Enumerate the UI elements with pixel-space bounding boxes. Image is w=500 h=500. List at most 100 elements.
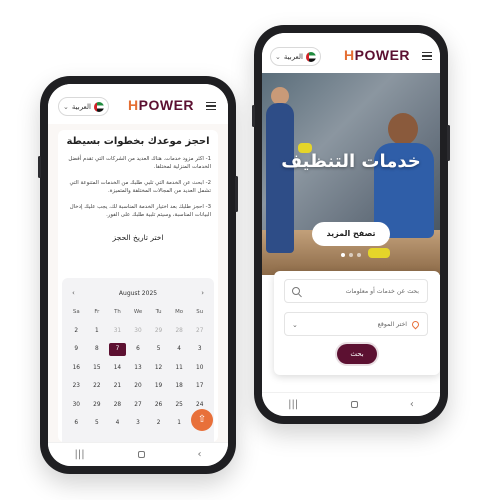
search-button[interactable]: بحث (337, 344, 377, 364)
calendar-day[interactable]: 15 (87, 359, 108, 378)
calendar-header: ‹ August 2025 › (62, 278, 214, 303)
calendar-day[interactable]: 10 (189, 359, 210, 378)
next-month-button[interactable]: › (201, 289, 204, 297)
search-icon (292, 287, 300, 295)
calendar-day[interactable]: 5 (148, 340, 169, 359)
language-label: العربية (71, 102, 92, 111)
calendar-day[interactable]: 26 (148, 396, 169, 415)
location-placeholder: اختر الموقع (377, 321, 407, 328)
calendar-day[interactable]: 17 (189, 377, 210, 396)
calendar-day[interactable]: 5 (87, 414, 108, 433)
calendar-day[interactable]: 8 (87, 340, 108, 359)
calendar-day[interactable]: 4 (107, 414, 128, 433)
calendar-day[interactable]: 14 (107, 359, 128, 378)
right-phone: ⌄ العربية HPOWER خدمات التنظيف تصفح المز… (252, 25, 450, 424)
scroll-top-button[interactable]: ⇧ (191, 409, 213, 431)
step-2: 2- ابحث عن الخدمة التي تلبي طلبك من الخد… (69, 180, 211, 194)
location-pin-icon (410, 319, 421, 330)
calendar-day[interactable]: 27 (128, 396, 149, 415)
location-select[interactable]: ⌄ اختر الموقع (284, 312, 428, 336)
step-3: 3- احجز طلبك بعد اختيار الخدمة المناسبة … (69, 204, 211, 218)
prev-month-button[interactable]: ‹ (72, 289, 75, 297)
language-selector[interactable]: ⌄ العربية (58, 97, 110, 116)
calendar-day[interactable]: 6 (128, 340, 149, 359)
logo[interactable]: HPOWER (344, 47, 410, 63)
calendar-day[interactable]: 6 (66, 414, 87, 433)
logo[interactable]: HPOWER (128, 97, 194, 113)
left-phone: ⌄ العربية HPOWER احجز موعدك بخطوات بسيطة… (38, 76, 238, 474)
weekday-label: Mo (175, 309, 184, 315)
calendar-day[interactable]: 2 (148, 414, 169, 433)
weekday-label: Th (114, 309, 121, 315)
hero-banner: خدمات التنظيف تصفح المزيد (262, 73, 440, 275)
booking-section: احجز موعدك بخطوات بسيطة 1- اكثر مزود خدم… (48, 124, 228, 442)
calendar-day[interactable]: 22 (87, 377, 108, 396)
weekday-label: Su (196, 309, 204, 315)
date-title: اختر تاريخ الحجز (112, 233, 164, 242)
hero-title: خدمات التنظيف (281, 151, 421, 172)
search-panel: بحث عن خدمات أو معلومات ⌄ اختر الموقع بح… (274, 271, 440, 375)
calendar-day[interactable]: 28 (107, 396, 128, 415)
calendar-grid: Sa Fr Th We Tu Mo Su 2 1 31 30 29 28 27 9 8 7 6 5 4 3 16 15 14 1… (62, 303, 214, 433)
calendar-day[interactable]: 7 (109, 343, 126, 356)
calendar-day[interactable]: 13 (128, 359, 149, 378)
carousel-dot[interactable] (341, 253, 345, 257)
hero-image-glove (368, 248, 390, 258)
calendar-day[interactable]: 20 (128, 377, 149, 396)
home-button[interactable] (350, 401, 358, 408)
calendar-day[interactable]: 19 (148, 377, 169, 396)
carousel-dot[interactable] (357, 253, 361, 257)
language-selector[interactable]: ⌄ العربية (270, 47, 322, 66)
chevron-down-icon: ⌄ (292, 321, 298, 329)
chevron-down-icon: ⌄ (63, 102, 69, 111)
menu-icon[interactable] (422, 52, 432, 61)
calendar-day[interactable]: 30 (128, 322, 149, 341)
menu-icon[interactable] (206, 102, 216, 111)
system-nav-bar: ||| ‹ (262, 392, 440, 416)
calendar-day[interactable]: 30 (66, 396, 87, 415)
left-screen: ⌄ العربية HPOWER احجز موعدك بخطوات بسيطة… (48, 84, 228, 466)
calendar-day[interactable]: 21 (107, 377, 128, 396)
calendar-day[interactable]: 1 (169, 414, 190, 433)
weekday-label: Sa (72, 309, 80, 315)
recent-apps-button[interactable]: ||| (288, 399, 298, 410)
calendar-day[interactable]: 12 (148, 359, 169, 378)
uae-flag-icon (94, 101, 105, 112)
calendar-day[interactable]: 4 (169, 340, 190, 359)
calendar-day[interactable]: 2 (66, 322, 87, 341)
uae-flag-icon (306, 51, 317, 62)
back-button[interactable]: ‹ (410, 399, 414, 410)
month-label: August 2025 (118, 289, 158, 297)
search-placeholder: بحث عن خدمات أو معلومات (345, 288, 419, 295)
browse-more-button[interactable]: تصفح المزيد (312, 222, 390, 246)
calendar-day[interactable]: 9 (66, 340, 87, 359)
header: ⌄ العربية HPOWER (262, 33, 440, 73)
right-screen: ⌄ العربية HPOWER خدمات التنظيف تصفح المز… (262, 33, 440, 416)
calendar-day[interactable]: 16 (66, 359, 87, 378)
hero-image-person (266, 103, 294, 253)
calendar-day[interactable]: 25 (169, 396, 190, 415)
weekday-label: Fr (94, 309, 100, 315)
calendar-day[interactable]: 3 (128, 414, 149, 433)
recent-apps-button[interactable]: ||| (74, 449, 84, 460)
carousel-dots (341, 253, 361, 257)
calendar-day[interactable]: 28 (169, 322, 190, 341)
calendar-day[interactable]: 18 (169, 377, 190, 396)
carousel-dot[interactable] (349, 253, 353, 257)
chevron-down-icon: ⌄ (275, 52, 281, 61)
back-button[interactable]: ‹ (197, 449, 201, 460)
calendar-day[interactable]: 23 (66, 377, 87, 396)
search-input[interactable]: بحث عن خدمات أو معلومات (284, 279, 428, 303)
calendar-day[interactable]: 31 (107, 322, 128, 341)
calendar-day[interactable]: 1 (87, 322, 108, 341)
language-label: العربية (283, 52, 304, 61)
calendar-day[interactable]: 29 (87, 396, 108, 415)
system-nav-bar: ||| ‹ (48, 442, 228, 466)
calendar-day[interactable]: 11 (169, 359, 190, 378)
calendar-day[interactable]: 3 (189, 340, 210, 359)
weekday-label: Tu (155, 309, 162, 315)
calendar-day[interactable]: 27 (189, 322, 210, 341)
calendar-day[interactable]: 29 (148, 322, 169, 341)
home-button[interactable] (137, 451, 145, 458)
step-1: 1- اكثر مزود خدمات. هناك العديد من الشرك… (68, 156, 211, 170)
